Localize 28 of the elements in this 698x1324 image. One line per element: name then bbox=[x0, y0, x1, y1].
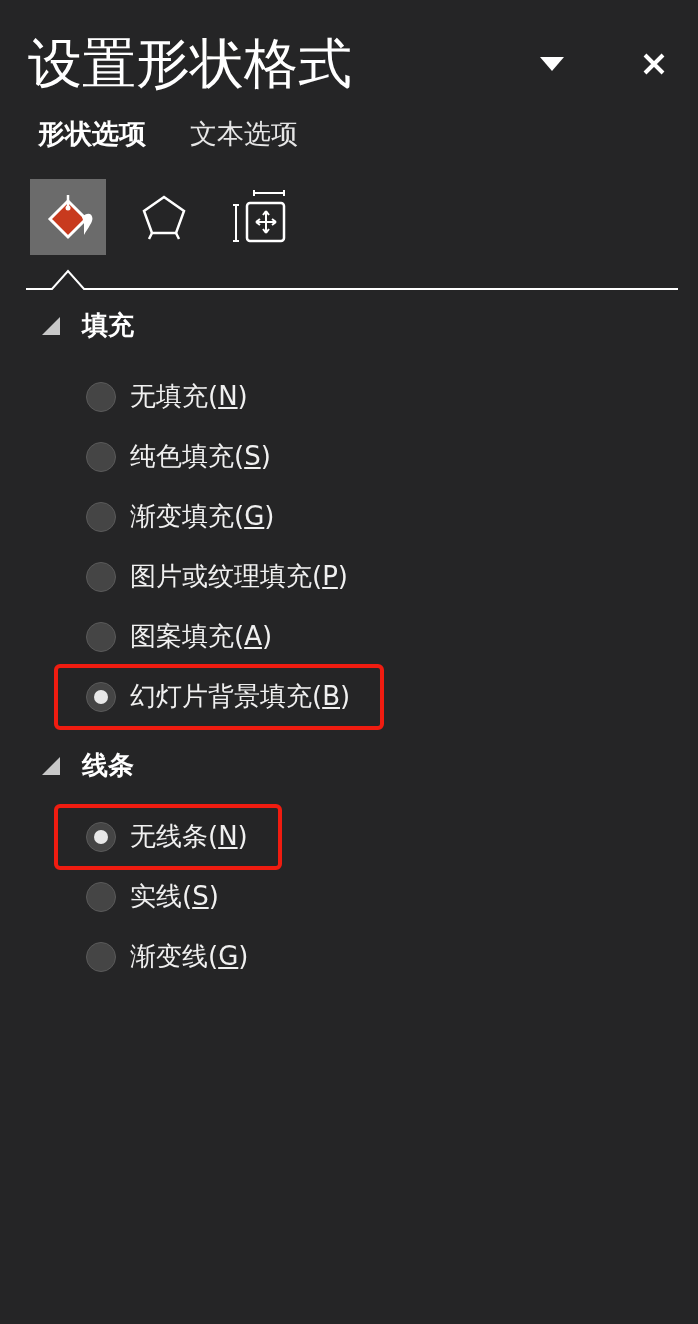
option-label: 实线(S) bbox=[130, 881, 219, 911]
expand-triangle-icon bbox=[42, 316, 60, 335]
close-icon[interactable] bbox=[642, 52, 666, 76]
radio-button[interactable] bbox=[86, 681, 116, 712]
option-label: 图案填充(A) bbox=[130, 621, 273, 651]
radio-button[interactable] bbox=[86, 881, 116, 912]
expand-triangle-icon bbox=[42, 756, 60, 775]
tab[interactable]: 形状选项 bbox=[38, 114, 146, 155]
size-layout-icon bbox=[232, 188, 288, 245]
section-header[interactable]: 填充 bbox=[0, 300, 698, 351]
radio-button[interactable] bbox=[86, 381, 116, 412]
option-label: 渐变填充(G) bbox=[130, 501, 275, 531]
option-label: 幻灯片背景填充(B) bbox=[130, 681, 351, 711]
radio-button[interactable] bbox=[86, 821, 116, 852]
tab[interactable]: 文本选项 bbox=[190, 114, 298, 155]
radio-button[interactable] bbox=[86, 441, 116, 472]
option-label: 纯色填充(S) bbox=[130, 441, 271, 471]
option-label: 无填充(N) bbox=[130, 381, 248, 411]
section-header[interactable]: 线条 bbox=[0, 740, 698, 791]
radio-button[interactable] bbox=[86, 561, 116, 592]
option-label: 渐变线(G) bbox=[130, 941, 249, 971]
pane-title: 设置形状格式 bbox=[28, 37, 353, 91]
dropdown-icon[interactable] bbox=[540, 56, 564, 72]
radio-button[interactable] bbox=[86, 941, 116, 972]
radio-button[interactable] bbox=[86, 501, 116, 532]
option-label: 图片或纹理填充(P) bbox=[130, 561, 348, 591]
option-label: 无线条(N) bbox=[130, 821, 248, 851]
radio-button[interactable] bbox=[86, 621, 116, 652]
